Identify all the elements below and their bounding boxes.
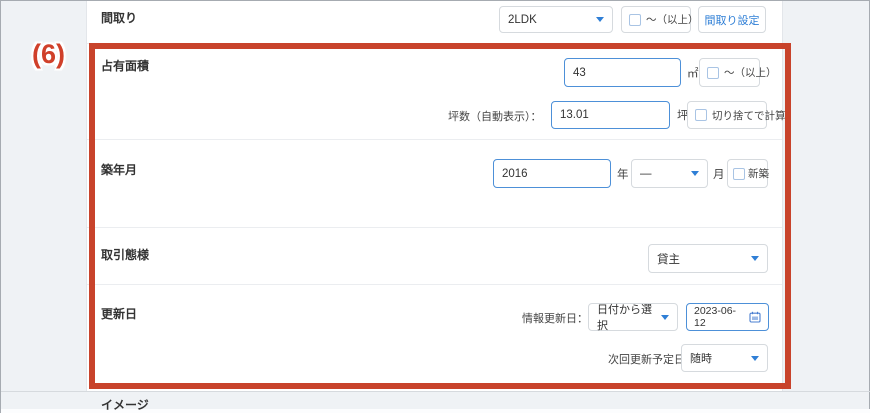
year-unit: 年 (617, 166, 629, 182)
update-date-label: 更新日 (101, 305, 137, 322)
checkbox-icon[interactable] (629, 14, 641, 26)
annotation-number-label: (6) (32, 39, 65, 70)
month-unit: 月 (713, 166, 725, 182)
floor-plan-select[interactable]: 2LDK (499, 6, 613, 33)
occupied-area-label: 占有面積 (101, 57, 149, 74)
chevron-down-icon (751, 256, 759, 261)
section-divider (1, 391, 870, 392)
calendar-icon (749, 311, 761, 323)
transaction-type-label: 取引態様 (101, 246, 149, 263)
info-update-date-label: 情報更新日： (522, 310, 588, 326)
transaction-type-select-value: 貸主 (657, 251, 680, 267)
next-update-select[interactable]: 随時 (681, 344, 768, 372)
row-divider (87, 227, 782, 228)
row-divider (87, 43, 782, 44)
chevron-down-icon (661, 315, 669, 320)
new-construction-checkbox-label: 新築 (748, 166, 769, 181)
floor-plan-select-value: 2LDK (508, 14, 537, 26)
floor-plan-settings-button[interactable]: 間取り設定 (698, 6, 766, 33)
new-construction-checkbox-group[interactable]: 新築 (727, 159, 768, 188)
area-range-checkbox-group[interactable]: 〜（以上） (699, 58, 760, 87)
range-checkbox-label: 〜（以上） (646, 12, 699, 27)
info-update-mode-select[interactable]: 日付から選択 (588, 303, 678, 331)
floor-plan-label: 間取り (101, 9, 137, 26)
round-down-checkbox-label: 切り捨てで計算 (712, 108, 786, 123)
occupied-area-input[interactable] (564, 58, 681, 87)
checkbox-icon[interactable] (695, 109, 707, 121)
info-update-mode-select-value: 日付から選択 (597, 301, 655, 333)
row-divider (87, 284, 782, 285)
tsubo-auto-display-label: 坪数（自動表示）： (448, 108, 542, 124)
floor-plan-range-checkbox-group[interactable]: 〜（以上） (621, 6, 691, 33)
row-divider (87, 139, 782, 140)
next-update-select-value: 随時 (690, 350, 712, 366)
checkbox-icon[interactable] (733, 168, 745, 180)
range-checkbox-label: 〜（以上） (724, 65, 777, 80)
info-update-date-input[interactable]: 2023-06-12 (686, 303, 769, 331)
built-month-select-value: — (640, 168, 652, 180)
built-date-label: 築年月 (101, 161, 137, 178)
transaction-type-select[interactable]: 貸主 (648, 244, 768, 273)
chevron-down-icon (691, 171, 699, 176)
tsubo-input[interactable] (551, 101, 670, 129)
square-meter-unit: ㎡ (687, 65, 699, 81)
checkbox-icon[interactable] (707, 67, 719, 79)
built-month-select[interactable]: — (631, 159, 708, 188)
chevron-down-icon (596, 17, 604, 22)
info-update-date-value: 2023-06-12 (694, 305, 745, 329)
built-year-input[interactable] (493, 159, 611, 188)
image-section-label: イメージ (101, 396, 149, 413)
round-down-checkbox-group[interactable]: 切り捨てで計算 (687, 101, 767, 129)
chevron-down-icon (751, 356, 759, 361)
